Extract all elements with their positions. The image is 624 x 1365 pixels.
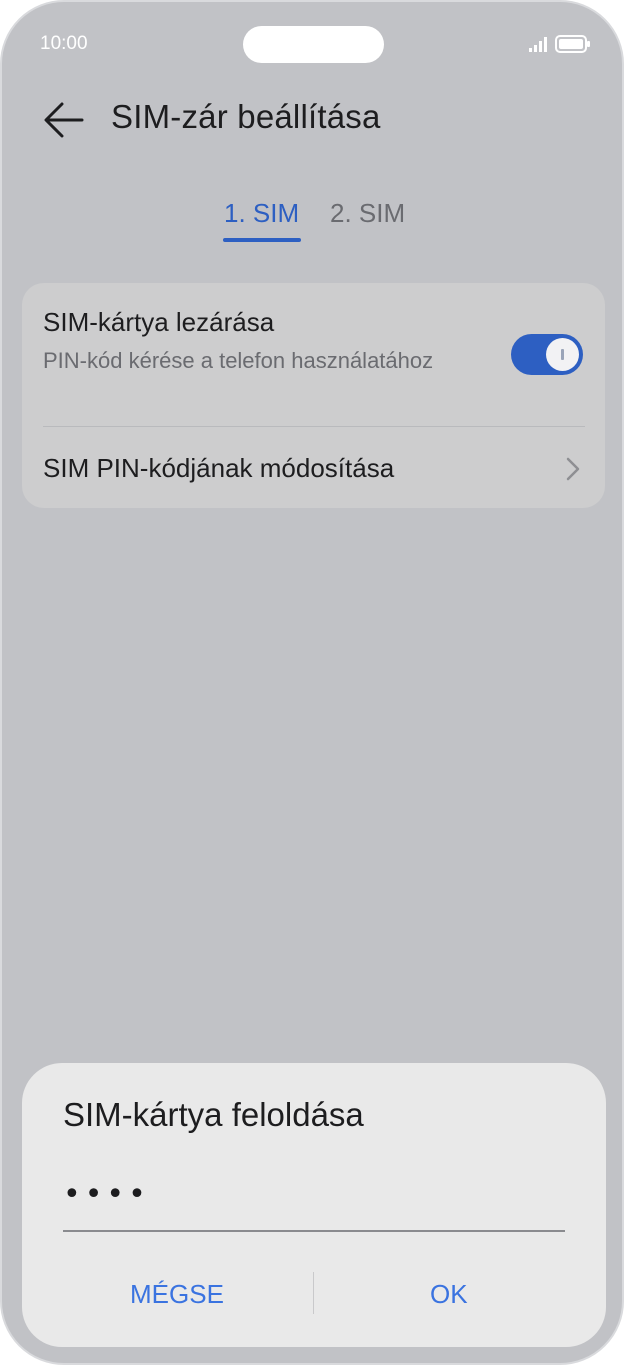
lock-sim-subtitle: PIN-kód kérése a telefon használatához bbox=[43, 348, 434, 373]
tab-sim-2[interactable]: 2. SIM bbox=[330, 198, 405, 229]
lock-sim-title: SIM-kártya lezárása bbox=[43, 307, 275, 337]
change-pin-item[interactable]: SIM PIN-kódjának módosítása bbox=[43, 453, 394, 484]
signal-icon bbox=[529, 37, 547, 52]
pin-input[interactable] bbox=[63, 1168, 565, 1220]
settings-divider bbox=[43, 426, 585, 427]
ok-button[interactable]: OK bbox=[430, 1275, 468, 1313]
back-arrow-icon[interactable] bbox=[42, 100, 84, 140]
battery-icon bbox=[555, 35, 590, 53]
chevron-right-icon bbox=[566, 457, 580, 481]
phone-screen: 10:00 SIM-zár beállítása 1. SIM 2. SIM S… bbox=[0, 0, 624, 1365]
cancel-button[interactable]: MÉGSE bbox=[130, 1275, 224, 1313]
tab-sim-1[interactable]: 1. SIM bbox=[224, 198, 299, 229]
camera-notch bbox=[243, 26, 384, 63]
dialog-title: SIM-kártya feloldása bbox=[63, 1096, 364, 1133]
button-separator bbox=[313, 1272, 314, 1314]
toggle-knob-mark bbox=[561, 349, 564, 360]
pin-input-underline bbox=[63, 1230, 565, 1232]
tab-indicator bbox=[223, 238, 301, 242]
status-time: 10:00 bbox=[40, 33, 88, 54]
page-title: SIM-zár beállítása bbox=[111, 98, 381, 135]
